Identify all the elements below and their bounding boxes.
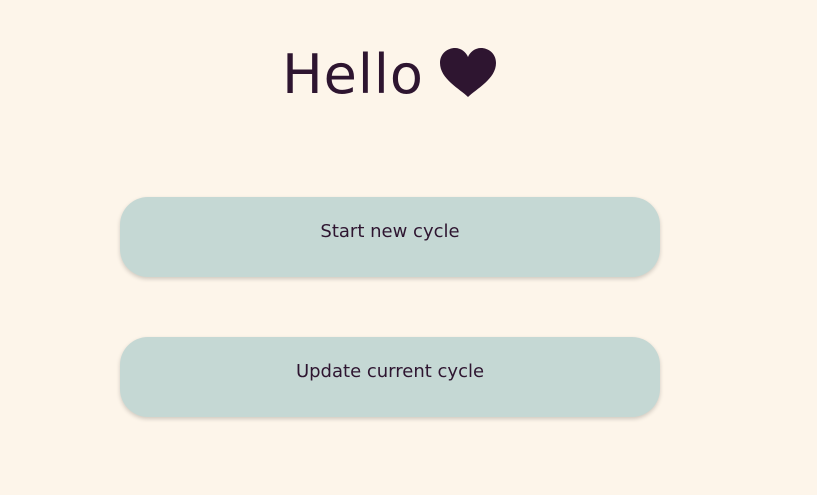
start-new-cycle-button[interactable]: Start new cycle [120, 197, 660, 277]
update-current-cycle-button[interactable]: Update current cycle [120, 337, 660, 417]
update-current-cycle-label: Update current cycle [295, 361, 485, 382]
start-new-cycle-label: Start new cycle [320, 221, 460, 242]
heart-icon [438, 47, 498, 99]
greeting-header: Hello [0, 44, 780, 106]
greeting-text: Hello [282, 43, 424, 106]
